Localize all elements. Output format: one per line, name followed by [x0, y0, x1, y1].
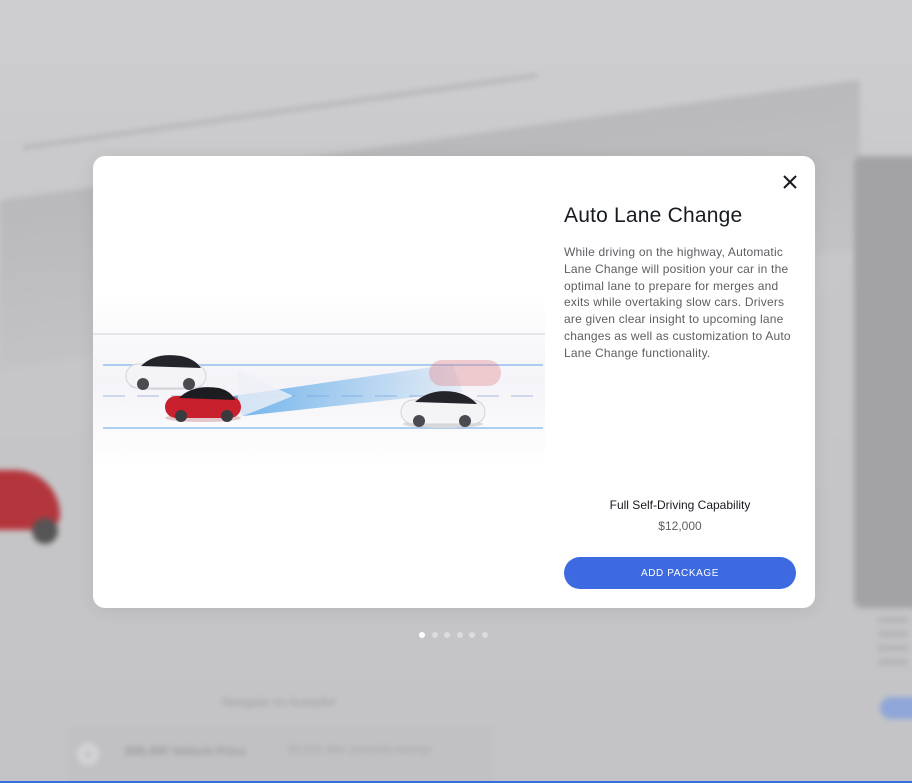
faded-red-car	[429, 360, 501, 386]
feature-description: While driving on the highway, Automatic …	[564, 245, 791, 360]
carousel-pagination	[419, 632, 488, 638]
pagination-dot[interactable]	[481, 632, 488, 638]
highway-illustration-svg	[93, 296, 545, 466]
background-savings-label: $0,000 after potential savings	[288, 744, 432, 756]
package-name: Full Self-Driving Capability	[609, 498, 751, 512]
pagination-dot[interactable]	[469, 632, 475, 638]
pagination-dot[interactable]	[431, 632, 438, 638]
add-package-button[interactable]: ADD PACKAGE	[564, 557, 796, 589]
background-next-card	[854, 156, 912, 608]
background-right-text	[878, 617, 912, 673]
pagination-dot[interactable]	[444, 632, 450, 638]
background-car-wheel	[32, 518, 58, 544]
package-price: $12,000	[658, 519, 702, 533]
background-plus-icon: +	[77, 743, 99, 765]
background-section-title: Navigate on Autopilot	[222, 695, 336, 709]
close-button[interactable]	[780, 172, 800, 192]
lane-change-illustration	[93, 156, 545, 608]
background-right-button	[880, 697, 912, 719]
feature-modal: Auto Lane Change While driving on the hi…	[93, 156, 815, 608]
pagination-dot[interactable]	[419, 632, 425, 638]
pagination-dot[interactable]	[456, 632, 463, 638]
feature-title: Auto Lane Change	[564, 204, 743, 227]
background-price-label: $46,490 Vehicle Price	[125, 744, 246, 758]
close-icon	[783, 175, 797, 189]
